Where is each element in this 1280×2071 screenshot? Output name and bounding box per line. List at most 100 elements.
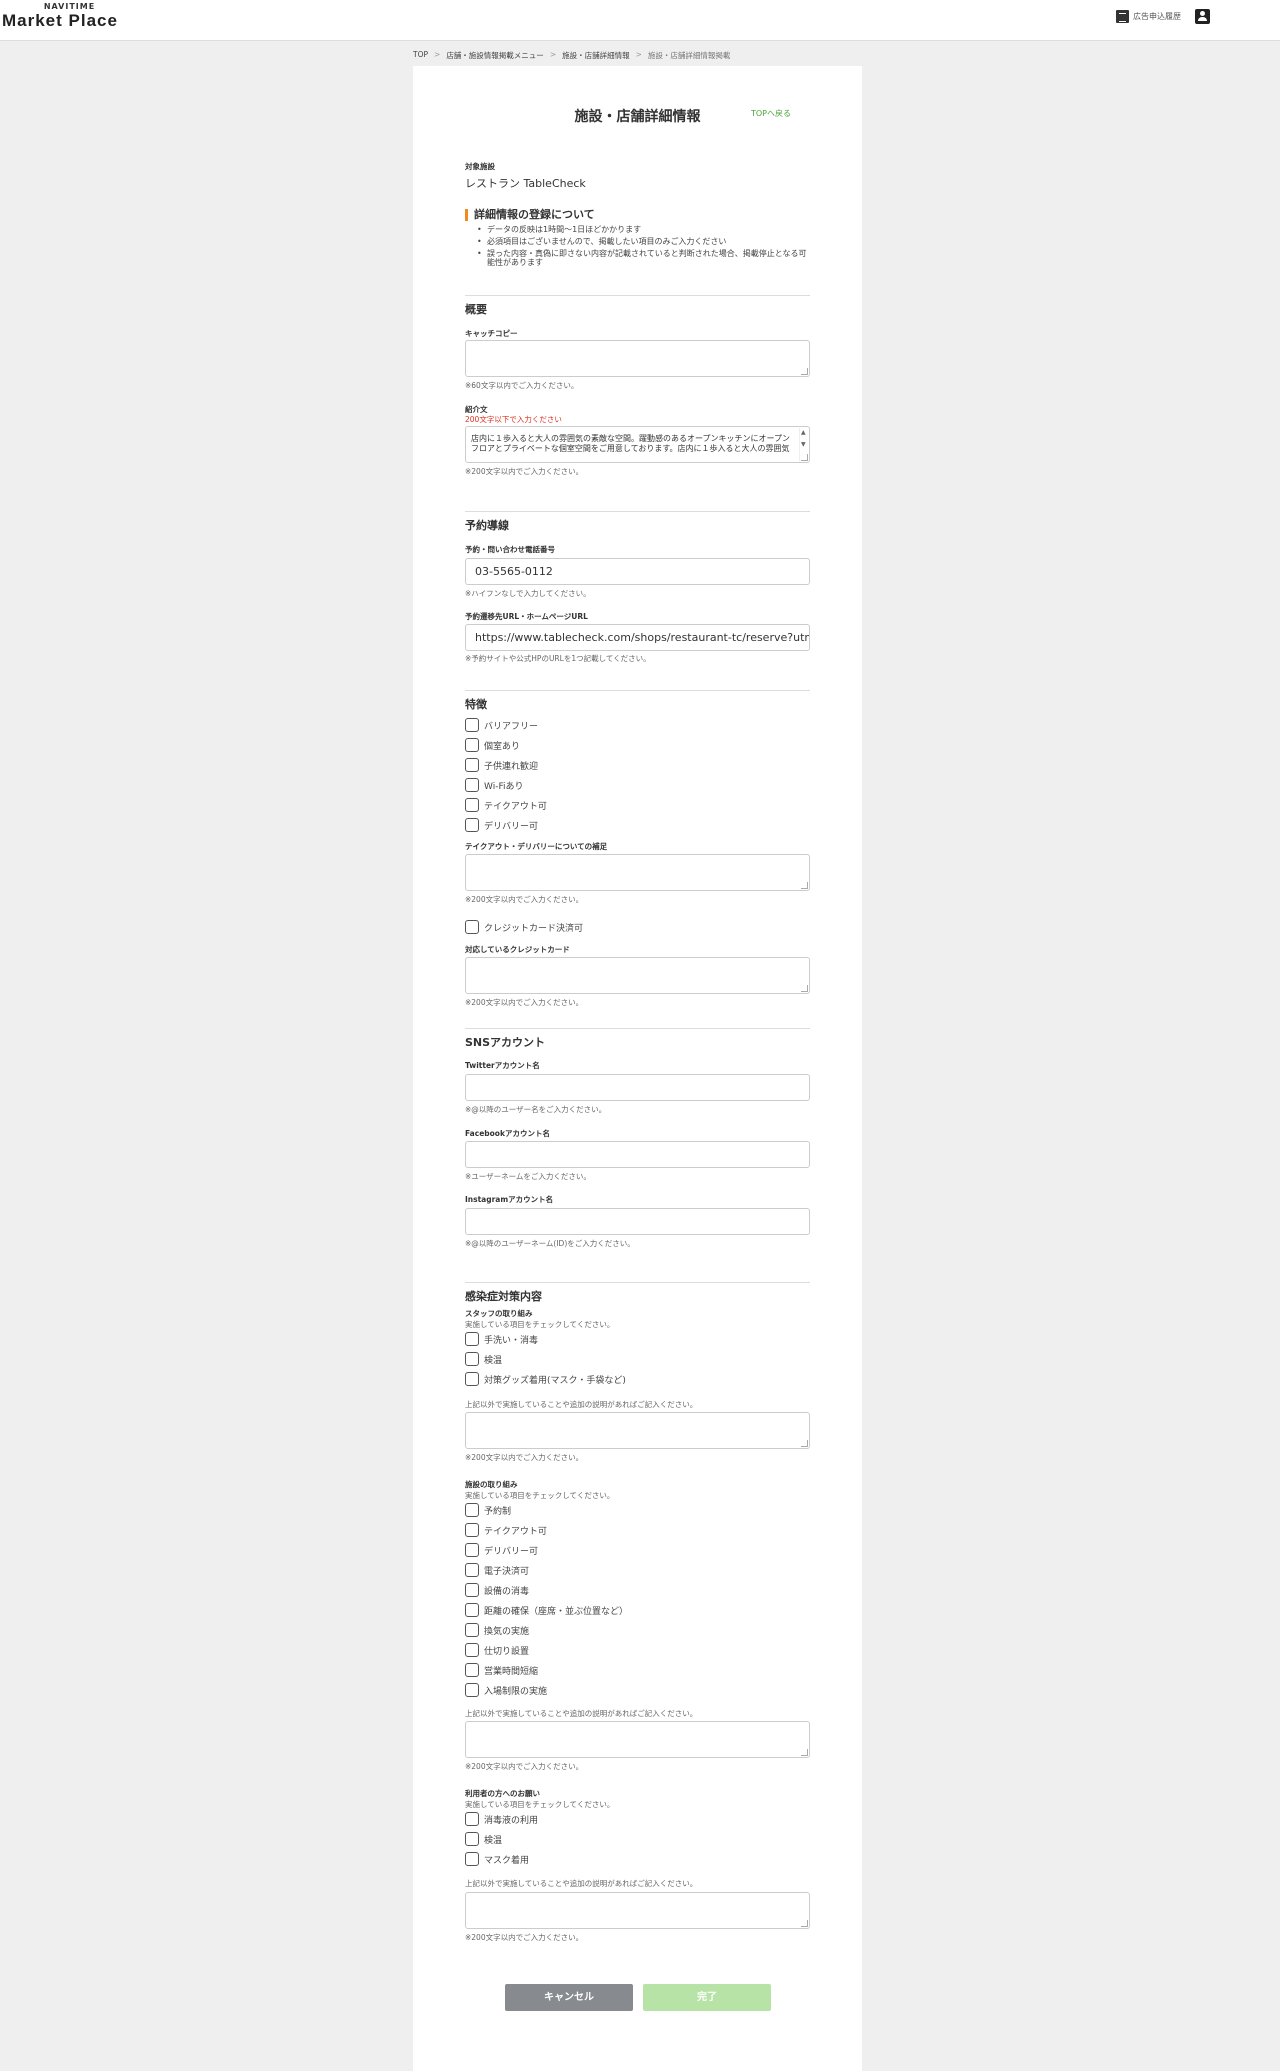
- checkbox-label: テイクアウト可: [484, 1526, 547, 1537]
- facility-checkbox[interactable]: 予約制: [465, 1503, 810, 1517]
- facility-textarea[interactable]: [465, 1721, 810, 1758]
- checkbox[interactable]: [465, 1832, 479, 1846]
- checkbox[interactable]: [465, 758, 479, 772]
- checkbox[interactable]: [465, 1503, 479, 1517]
- back-to-top-link[interactable]: TOPへ戻る: [751, 108, 791, 119]
- feature-checkbox[interactable]: バリアフリー: [465, 718, 810, 732]
- checkbox-label: 手洗い・消毒: [484, 1335, 539, 1346]
- checkbox[interactable]: [465, 1852, 479, 1866]
- checkbox[interactable]: [465, 1583, 479, 1597]
- checkbox-label: テイクアウト可: [484, 801, 547, 812]
- facebook-label: Facebookアカウント名: [465, 1129, 550, 1138]
- cancel-button[interactable]: キャンセル: [505, 1984, 633, 2011]
- twitter-label: Twitterアカウント名: [465, 1061, 540, 1070]
- breadcrumb-top[interactable]: TOP: [413, 50, 428, 61]
- checkbox[interactable]: [465, 1812, 479, 1826]
- facility-extra-label: 上記以外で実施していることや追加の説明があればご記入ください。: [465, 1709, 698, 1718]
- staff-options: 手洗い・消毒 検温 対策グッズ着用(マスク・手袋など): [465, 1332, 810, 1386]
- takeout-textarea[interactable]: [465, 854, 810, 891]
- checkbox[interactable]: [465, 1543, 479, 1557]
- infection-heading: 感染症対策内容: [465, 1290, 542, 1303]
- facility-checkbox[interactable]: 仕切り設置: [465, 1643, 810, 1657]
- notice-item: 必須項目はございませんので、掲載したい項目のみご入力ください: [465, 237, 810, 246]
- ad-history-label: 広告申込履歴: [1133, 12, 1181, 21]
- list-icon: [1116, 10, 1129, 23]
- feature-checkbox[interactable]: 子供連れ歓迎: [465, 758, 810, 772]
- feature-checkbox[interactable]: Wi-Fiあり: [465, 778, 810, 792]
- facility-checkbox[interactable]: 換気の実施: [465, 1623, 810, 1637]
- instagram-hint: ※@以降のユーザーネーム(ID)をご入力ください。: [465, 1239, 635, 1248]
- checkbox[interactable]: [465, 798, 479, 812]
- intro-textarea[interactable]: 店内に１歩入ると大人の雰囲気の素敵な空間。躍動感のあるオープンキッチンにオープン…: [465, 426, 810, 463]
- checkbox[interactable]: [465, 1372, 479, 1386]
- facility-checkbox[interactable]: 設備の消毒: [465, 1583, 810, 1597]
- staff-textarea[interactable]: [465, 1412, 810, 1449]
- user-sub: 実施している項目をチェックしてください。: [465, 1800, 615, 1809]
- done-button[interactable]: 完了: [643, 1984, 771, 2011]
- notice-heading: 詳細情報の登録について: [465, 209, 810, 221]
- scroll-down-icon[interactable]: ▼: [801, 441, 806, 448]
- staff-checkbox[interactable]: 手洗い・消毒: [465, 1332, 810, 1346]
- checkbox[interactable]: [465, 1683, 479, 1697]
- twitter-input[interactable]: [465, 1074, 810, 1101]
- scrollbar[interactable]: ▲ ▼: [799, 428, 808, 461]
- facility-checkbox[interactable]: テイクアウト可: [465, 1523, 810, 1537]
- breadcrumb-detail[interactable]: 施設・店舗詳細情報: [562, 50, 630, 61]
- checkbox-label: 設備の消毒: [484, 1586, 530, 1597]
- overview-heading: 概要: [465, 303, 487, 316]
- facility-checkbox[interactable]: デリバリー可: [465, 1543, 810, 1557]
- checkbox[interactable]: [465, 818, 479, 832]
- instagram-input[interactable]: [465, 1208, 810, 1235]
- scroll-up-icon[interactable]: ▲: [801, 429, 806, 436]
- logo[interactable]: NAVITIME Market Place: [2, 2, 137, 31]
- facility-checkbox[interactable]: 入場制限の実施: [465, 1683, 810, 1697]
- credit-textarea[interactable]: [465, 957, 810, 994]
- checkbox-label: 検温: [484, 1355, 503, 1366]
- catch-copy-textarea[interactable]: [465, 340, 810, 377]
- checkbox-label: マスク着用: [484, 1855, 530, 1866]
- target-facility-value: レストラン TableCheck: [465, 177, 586, 190]
- checkbox[interactable]: [465, 920, 479, 934]
- facility-checkbox[interactable]: 距離の確保（座席・並ぶ位置など）: [465, 1603, 810, 1617]
- checkbox[interactable]: [465, 1643, 479, 1657]
- checkbox[interactable]: [465, 1523, 479, 1537]
- phone-input[interactable]: 03-5565-0112: [465, 558, 810, 585]
- page-title: 施設・店舗詳細情報: [574, 109, 701, 125]
- reservation-heading: 予約導線: [465, 519, 509, 532]
- checkbox[interactable]: [465, 1352, 479, 1366]
- intro-hint: ※200文字以内でご入力ください。: [465, 467, 584, 476]
- checkbox[interactable]: [465, 1603, 479, 1617]
- checkbox[interactable]: [465, 718, 479, 732]
- url-input[interactable]: https://www.tablecheck.com/shops/restaur…: [465, 624, 810, 651]
- facility-checkbox[interactable]: 電子決済可: [465, 1563, 810, 1577]
- checkbox-label: 予約制: [484, 1506, 512, 1517]
- breadcrumb-menu[interactable]: 店舗・施設情報掲載メニュー: [446, 50, 544, 61]
- checkbox[interactable]: [465, 778, 479, 792]
- staff-checkbox[interactable]: 検温: [465, 1352, 810, 1366]
- credit-checkbox[interactable]: クレジットカード決済可: [465, 920, 810, 934]
- user-checkbox[interactable]: マスク着用: [465, 1852, 810, 1866]
- facebook-input[interactable]: [465, 1141, 810, 1168]
- notice-section: 詳細情報の登録について データの反映は1時間〜1日ほどかかります 必須項目はござ…: [465, 209, 810, 270]
- feature-checkbox[interactable]: デリバリー可: [465, 818, 810, 832]
- user-checkbox[interactable]: 検温: [465, 1832, 810, 1846]
- checkbox[interactable]: [465, 1623, 479, 1637]
- facility-hint: ※200文字以内でご入力ください。: [465, 1762, 584, 1771]
- user-textarea[interactable]: [465, 1892, 810, 1929]
- feature-checkbox[interactable]: 個室あり: [465, 738, 810, 752]
- facility-checkbox[interactable]: 営業時間短縮: [465, 1663, 810, 1677]
- feature-checkbox[interactable]: テイクアウト可: [465, 798, 810, 812]
- checkbox[interactable]: [465, 1332, 479, 1346]
- checkbox[interactable]: [465, 738, 479, 752]
- staff-checkbox[interactable]: 対策グッズ着用(マスク・手袋など): [465, 1372, 810, 1386]
- user-checkbox[interactable]: 消毒液の利用: [465, 1812, 810, 1826]
- url-hint: ※予約サイトや公式HPのURLを1つ記載してください。: [465, 654, 651, 663]
- account-icon[interactable]: [1195, 9, 1210, 24]
- checkbox-label: 電子決済可: [484, 1566, 530, 1577]
- checkbox[interactable]: [465, 1563, 479, 1577]
- checkbox[interactable]: [465, 1663, 479, 1677]
- logo-main: Market Place: [2, 11, 118, 30]
- ad-history-link[interactable]: 広告申込履歴: [1116, 10, 1181, 23]
- checkbox-label: 営業時間短縮: [484, 1666, 539, 1677]
- checkbox-label: デリバリー可: [484, 821, 539, 832]
